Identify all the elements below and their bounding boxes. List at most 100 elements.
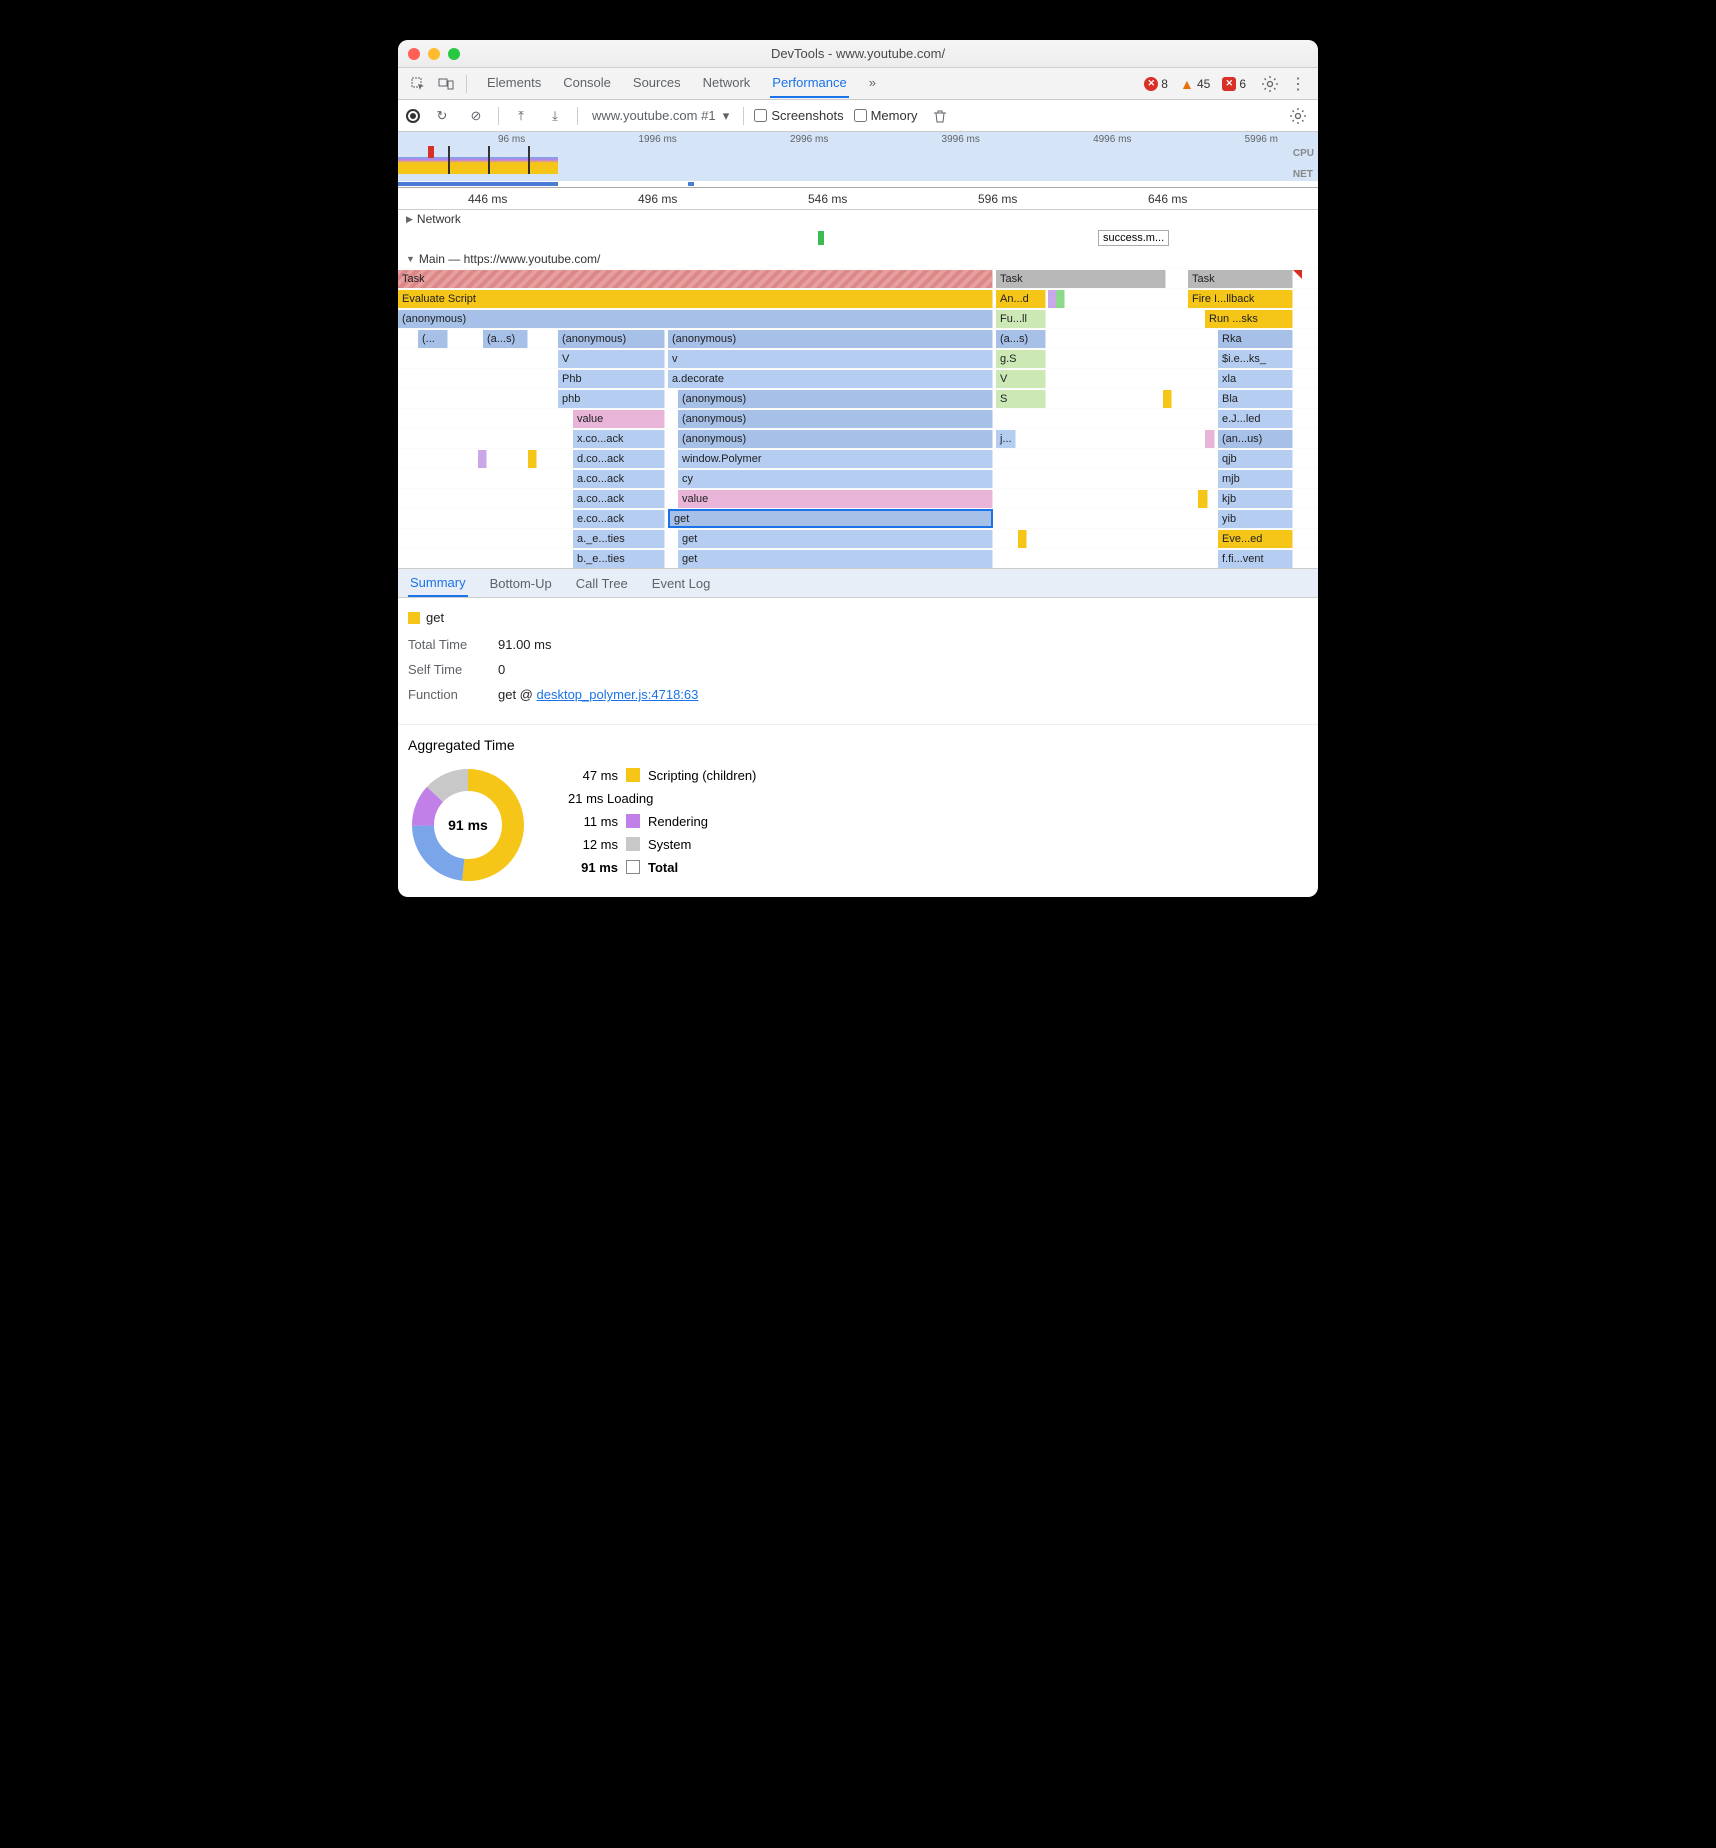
reload-icon[interactable]: ↻ [430, 104, 454, 128]
flame-bar[interactable]: Run ...sks [1205, 310, 1293, 328]
flame-bar[interactable] [528, 450, 537, 468]
tab-call-tree[interactable]: Call Tree [574, 571, 630, 596]
flame-task[interactable]: Task [398, 270, 993, 288]
inspect-icon[interactable] [406, 72, 430, 96]
flame-bar[interactable] [1056, 290, 1065, 308]
network-track-header[interactable]: ▶Network [398, 210, 1318, 228]
overview-strip[interactable]: 96 ms 1996 ms 2996 ms 3996 ms 4996 ms 59… [398, 132, 1318, 188]
flame-bar[interactable]: mjb [1218, 470, 1293, 488]
flame-bar[interactable]: (anonymous) [398, 310, 993, 328]
target-select[interactable]: www.youtube.com #1 ▾ [588, 106, 733, 126]
flame-bar[interactable]: window.Polymer [678, 450, 993, 468]
tab-more[interactable]: » [867, 69, 878, 98]
flame-bar[interactable]: x.co...ack [573, 430, 665, 448]
flame-bar[interactable]: An...d [996, 290, 1046, 308]
detail-tabs: Summary Bottom-Up Call Tree Event Log [398, 568, 1318, 598]
legend-total: 91 ms Total [568, 860, 756, 875]
screenshots-checkbox[interactable]: Screenshots [754, 108, 843, 123]
flame-bar[interactable]: (anonymous) [678, 390, 993, 408]
minimize-button[interactable] [428, 48, 440, 60]
flame-bar[interactable]: get [678, 530, 993, 548]
flame-bar[interactable]: e.J...led [1218, 410, 1293, 428]
tab-performance[interactable]: Performance [770, 69, 848, 98]
flame-bar[interactable]: V [996, 370, 1046, 388]
flame-bar[interactable] [478, 450, 487, 468]
tab-console[interactable]: Console [561, 69, 613, 98]
flame-bar[interactable]: g.S [996, 350, 1046, 368]
flame-bar[interactable]: cy [678, 470, 993, 488]
memory-checkbox[interactable]: Memory [854, 108, 918, 123]
flame-bar[interactable]: qjb [1218, 450, 1293, 468]
flame-bar[interactable]: (an...us) [1218, 430, 1293, 448]
flame-bar[interactable]: Fire I...llback [1188, 290, 1293, 308]
flame-bar[interactable]: a.decorate [668, 370, 993, 388]
flame-bar[interactable]: xla [1218, 370, 1293, 388]
flame-bar[interactable]: d.co...ack [573, 450, 665, 468]
tab-bottom-up[interactable]: Bottom-Up [488, 571, 554, 596]
main-track-header[interactable]: ▼Main — https://www.youtube.com/ [398, 250, 1318, 268]
flame-bar[interactable]: yib [1218, 510, 1293, 528]
flame-bar[interactable]: (a...s) [483, 330, 528, 348]
flame-bar[interactable]: a._e...ties [573, 530, 665, 548]
flame-bar[interactable]: (anonymous) [558, 330, 665, 348]
gc-icon[interactable] [928, 104, 952, 128]
flame-bar[interactable] [1205, 430, 1215, 448]
flame-bar[interactable]: (a...s) [996, 330, 1046, 348]
flame-bar[interactable]: S [996, 390, 1046, 408]
settings-icon[interactable] [1286, 104, 1310, 128]
flame-bar[interactable]: (anonymous) [678, 410, 993, 428]
flame-bar[interactable]: (anonymous) [668, 330, 993, 348]
flame-bar[interactable]: V [558, 350, 665, 368]
tab-summary[interactable]: Summary [408, 570, 468, 597]
tab-network[interactable]: Network [701, 69, 753, 98]
network-item[interactable]: success.m... [1098, 230, 1169, 246]
flame-bar-selected[interactable]: get [668, 509, 993, 528]
tab-sources[interactable]: Sources [631, 69, 683, 98]
kebab-icon[interactable]: ⋮ [1286, 72, 1310, 96]
record-button[interactable] [406, 109, 420, 123]
time-ruler[interactable]: 446 ms 496 ms 546 ms 596 ms 646 ms [398, 188, 1318, 210]
flame-bar[interactable]: $i.e...ks_ [1218, 350, 1293, 368]
flame-task[interactable]: Task [996, 270, 1166, 288]
function-link[interactable]: desktop_polymer.js:4718:63 [537, 687, 699, 702]
flame-bar[interactable]: a.co...ack [573, 470, 665, 488]
flame-bar[interactable]: (anonymous) [678, 430, 993, 448]
device-icon[interactable] [434, 72, 458, 96]
flame-bar[interactable]: j... [996, 430, 1016, 448]
flame-bar[interactable]: value [678, 490, 993, 508]
flame-bar[interactable]: v [668, 350, 993, 368]
flame-bar[interactable] [1018, 530, 1027, 548]
flame-task[interactable]: Task [1188, 270, 1293, 288]
flame-bar[interactable]: e.co...ack [573, 510, 665, 528]
gear-icon[interactable] [1258, 72, 1282, 96]
flame-bar[interactable]: Bla [1218, 390, 1293, 408]
flame-bar[interactable] [1198, 490, 1208, 508]
tab-elements[interactable]: Elements [485, 69, 543, 98]
flame-bar[interactable]: Fu...ll [996, 310, 1046, 328]
clear-icon[interactable]: ⊘ [464, 104, 488, 128]
flame-bar[interactable]: b._e...ties [573, 550, 665, 568]
tab-event-log[interactable]: Event Log [650, 571, 713, 596]
network-marker[interactable] [818, 231, 824, 245]
flame-bar[interactable]: Eve...ed [1218, 530, 1293, 548]
flame-bar[interactable]: f.fi...vent [1218, 550, 1293, 568]
flame-bar[interactable]: value [573, 410, 665, 428]
zoom-button[interactable] [448, 48, 460, 60]
flame-chart[interactable]: Task Task Task Evaluate Script An...d Fi… [398, 268, 1318, 568]
close-button[interactable] [408, 48, 420, 60]
issue-badge[interactable]: ✕6 [1222, 77, 1246, 91]
flame-bar[interactable]: Phb [558, 370, 665, 388]
error-badge[interactable]: ✕8 [1144, 77, 1168, 91]
flame-bar[interactable]: get [678, 550, 993, 568]
flame-bar[interactable] [1163, 390, 1172, 408]
flame-bar[interactable]: a.co...ack [573, 490, 665, 508]
flame-bar[interactable]: kjb [1218, 490, 1293, 508]
upload-icon[interactable]: ⤒ [509, 104, 533, 128]
traffic-lights [408, 48, 460, 60]
warning-badge[interactable]: ▲45 [1180, 77, 1210, 91]
flame-bar[interactable]: phb [558, 390, 665, 408]
download-icon[interactable]: ⤓ [543, 104, 567, 128]
flame-bar[interactable]: Evaluate Script [398, 290, 993, 308]
flame-bar[interactable]: (... [418, 330, 448, 348]
flame-bar[interactable]: Rka [1218, 330, 1293, 348]
